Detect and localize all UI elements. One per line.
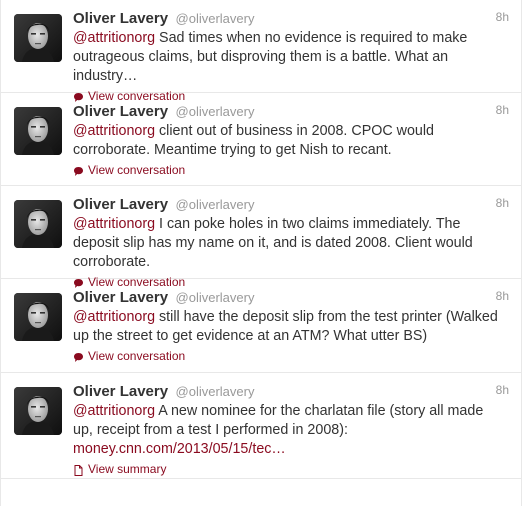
avatar[interactable] — [14, 14, 62, 62]
mention-link[interactable]: @attritionorg — [73, 216, 155, 232]
tweet-header: Oliver Lavery @oliverlavery — [73, 288, 509, 308]
mention-link[interactable]: @attritionorg — [73, 403, 155, 419]
tweet-text: @attritionorg client out of business in … — [73, 122, 509, 160]
mention-link[interactable]: @attritionorg — [73, 309, 155, 325]
mention-link[interactable]: @attritionorg — [73, 123, 155, 139]
view-conversation-link[interactable]: View conversation — [73, 348, 509, 364]
speech-bubble-icon — [73, 165, 84, 176]
avatar[interactable] — [14, 200, 62, 248]
avatar-photo-icon — [14, 14, 62, 62]
tweet[interactable]: Oliver Lavery @oliverlavery 8h @attritio… — [1, 279, 521, 373]
tweet[interactable]: Oliver Lavery @oliverlavery 8h @attritio… — [1, 373, 521, 479]
view-summary-link[interactable]: View summary — [73, 461, 509, 477]
avatar-photo-icon — [14, 293, 62, 341]
tweet-timestamp[interactable]: 8h — [496, 10, 509, 24]
author-fullname[interactable]: Oliver Lavery — [73, 10, 168, 27]
tweet-timestamp[interactable]: 8h — [496, 289, 509, 303]
tweet-url-link[interactable]: money.cnn.com/2013/05/15/tec… — [73, 441, 286, 457]
view-conversation-link[interactable]: View conversation — [73, 162, 509, 178]
author-fullname[interactable]: Oliver Lavery — [73, 289, 168, 306]
speech-bubble-icon — [73, 351, 84, 362]
author-username[interactable]: @oliverlavery — [176, 384, 255, 399]
author-fullname[interactable]: Oliver Lavery — [73, 103, 168, 120]
tweet-text: @attritionorg Sad times when no evidence… — [73, 29, 509, 86]
avatar[interactable] — [14, 387, 62, 435]
tweet-header: Oliver Lavery @oliverlavery — [73, 9, 509, 29]
tweet-timestamp[interactable]: 8h — [496, 196, 509, 210]
tweet-text: @attritionorg A new nominee for the char… — [73, 402, 509, 459]
action-label: View conversation — [88, 349, 186, 363]
tweet-header: Oliver Lavery @oliverlavery — [73, 102, 509, 122]
action-label: View summary — [88, 462, 167, 476]
avatar[interactable] — [14, 293, 62, 341]
tweet-timeline: Oliver Lavery @oliverlavery 8h @attritio… — [0, 0, 522, 506]
tweet[interactable]: Oliver Lavery @oliverlavery 8h @attritio… — [1, 93, 521, 186]
tweet[interactable]: Oliver Lavery @oliverlavery 8h @attritio… — [1, 0, 521, 103]
avatar[interactable] — [14, 107, 62, 155]
document-icon — [73, 464, 84, 476]
author-username[interactable]: @oliverlavery — [176, 197, 255, 212]
tweet-text: @attritionorg still have the deposit sli… — [73, 308, 509, 346]
avatar-photo-icon — [14, 107, 62, 155]
author-username[interactable]: @oliverlavery — [176, 104, 255, 119]
tweet[interactable]: Oliver Lavery @oliverlavery 8h @attritio… — [1, 186, 521, 289]
mention-link[interactable]: @attritionorg — [73, 30, 155, 46]
author-fullname[interactable]: Oliver Lavery — [73, 196, 168, 213]
author-username[interactable]: @oliverlavery — [176, 11, 255, 26]
author-fullname[interactable]: Oliver Lavery — [73, 383, 168, 400]
avatar-photo-icon — [14, 200, 62, 248]
author-username[interactable]: @oliverlavery — [176, 290, 255, 305]
tweet-header: Oliver Lavery @oliverlavery — [73, 382, 509, 402]
tweet-timestamp[interactable]: 8h — [496, 383, 509, 397]
tweet-timestamp[interactable]: 8h — [496, 103, 509, 117]
action-label: View conversation — [88, 163, 186, 177]
tweet-text: @attritionorg I can poke holes in two cl… — [73, 215, 509, 272]
avatar-photo-icon — [14, 387, 62, 435]
tweet-header: Oliver Lavery @oliverlavery — [73, 195, 509, 215]
